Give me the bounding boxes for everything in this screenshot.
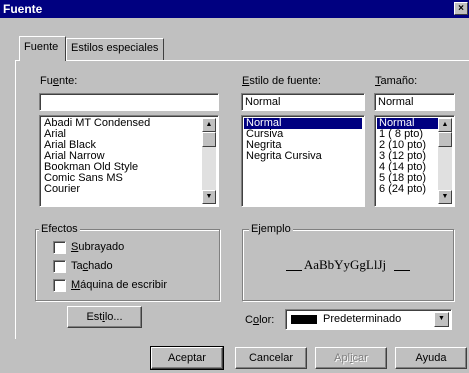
- strikethrough-label[interactable]: Tachado: [71, 260, 113, 272]
- font-list[interactable]: Abadi MT Condensed Arial Arial Black Ari…: [39, 115, 219, 207]
- underline-checkbox[interactable]: [53, 241, 66, 254]
- example-sample-text: AaBbYyGgLlJj: [303, 257, 387, 272]
- tab-estilos-especiales[interactable]: Estilos especiales: [66, 38, 164, 60]
- close-icon[interactable]: ×: [454, 2, 468, 15]
- typewriter-checkbox[interactable]: [53, 279, 66, 292]
- underline-label[interactable]: Subrayado: [71, 241, 124, 253]
- scroll-down-icon[interactable]: ▼: [438, 190, 452, 204]
- scrollbar[interactable]: ▲ ▼: [438, 118, 452, 204]
- color-label: Color:: [245, 314, 275, 326]
- size-label: Tamaño:: [375, 75, 418, 87]
- font-label: Fuente:: [40, 75, 78, 87]
- scroll-up-icon[interactable]: ▲: [438, 118, 452, 132]
- apply-button[interactable]: Aplicar: [315, 347, 387, 369]
- style-list[interactable]: Normal Cursiva Negrita Negrita Cursiva: [241, 115, 365, 207]
- list-item[interactable]: Abadi MT Condensed: [42, 118, 216, 129]
- tab-fuente[interactable]: Fuente: [19, 36, 66, 61]
- help-button[interactable]: Ayuda: [395, 347, 467, 369]
- example-preview: AaBbYyGgLlJj: [243, 257, 453, 273]
- style-label: Estilo de fuente:: [242, 75, 321, 87]
- example-line: [285, 270, 302, 271]
- scroll-down-icon[interactable]: ▼: [202, 190, 216, 204]
- example-title: Ejemplo: [249, 223, 293, 235]
- style-input[interactable]: Normal: [241, 93, 365, 111]
- effects-title: Efectos: [39, 223, 80, 235]
- size-list[interactable]: Normal 1 ( 8 pto) 2 (10 pto) 3 (12 pto) …: [374, 115, 455, 207]
- style-button[interactable]: Estilo...: [67, 306, 142, 328]
- list-item[interactable]: Negrita Cursiva: [244, 151, 362, 162]
- title-bar: Fuente ×: [0, 0, 469, 18]
- scroll-up-icon[interactable]: ▲: [202, 118, 216, 132]
- example-line: [394, 270, 411, 271]
- color-swatch: [291, 315, 317, 324]
- color-select[interactable]: Predeterminado ▼: [285, 309, 452, 330]
- chevron-down-icon[interactable]: ▼: [434, 312, 449, 327]
- typewriter-label[interactable]: Máquina de escribir: [71, 279, 167, 291]
- list-item[interactable]: Courier: [42, 184, 216, 195]
- font-input[interactable]: [39, 93, 219, 111]
- strikethrough-checkbox[interactable]: [53, 260, 66, 273]
- size-input[interactable]: Normal: [374, 93, 455, 111]
- color-value: Predeterminado: [323, 313, 402, 325]
- scroll-thumb[interactable]: [202, 132, 216, 147]
- scrollbar[interactable]: ▲ ▼: [202, 118, 216, 204]
- cancel-button[interactable]: Cancelar: [235, 347, 307, 369]
- ok-button[interactable]: Aceptar: [150, 346, 224, 370]
- scroll-thumb[interactable]: [438, 132, 452, 147]
- window-title: Fuente: [3, 2, 43, 16]
